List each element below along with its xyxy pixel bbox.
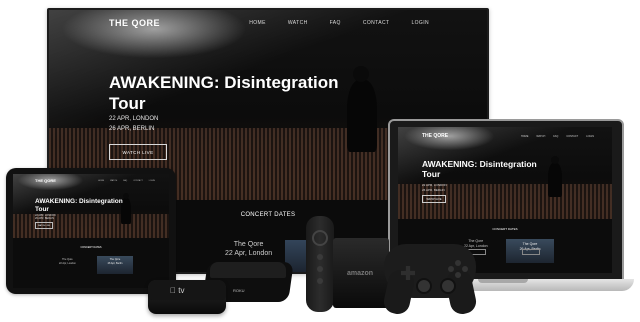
laptop-notch <box>478 279 528 283</box>
site-navbar: THE QORE HOME WATCH FAQ CONTACT LOGIN <box>49 10 487 38</box>
tour-date-berlin: 26 APR, BERLIN <box>35 217 54 220</box>
nav-contact[interactable]: CONTACT <box>566 135 578 138</box>
remote-button <box>317 254 323 260</box>
tablet: THE QORE HOME WATCH FAQ CONTACT LOGIN AW… <box>6 168 176 294</box>
nav-contact[interactable]: CONTACT <box>363 20 390 26</box>
performer-silhouette <box>347 80 377 152</box>
tour-date-london: 22 APR, LONDON <box>422 183 447 187</box>
remote-button <box>317 266 323 272</box>
nav-watch[interactable]: WATCH <box>110 180 117 182</box>
apple-tv-top <box>148 280 226 300</box>
performer-silhouette <box>548 163 562 197</box>
hero-title: AWAKENING: Disintegration Tour <box>109 73 339 113</box>
nav-watch[interactable]: WATCH <box>288 20 308 26</box>
nav-login[interactable]: LOGIN <box>149 180 155 182</box>
concert-card-text[interactable]: The Qore 22 Apr, London <box>59 258 76 265</box>
performer-head <box>551 156 559 164</box>
nav-faq[interactable]: FAQ <box>123 180 127 182</box>
left-thumbstick <box>416 278 432 294</box>
right-thumbstick <box>440 278 456 294</box>
watch-live-button[interactable]: WATCH LIVE <box>109 144 167 160</box>
nav-watch[interactable]: WATCH <box>536 135 545 138</box>
section-title: CONCERT DATES <box>80 246 102 249</box>
apple-tv-logo:  tv <box>170 286 184 295</box>
face-button <box>455 272 461 278</box>
nav-links: HOME WATCH FAQ CONTACT LOGIN <box>98 180 155 182</box>
remote-dpad-ring <box>312 230 328 246</box>
roku-top <box>210 262 286 278</box>
nav-faq[interactable]: FAQ <box>330 20 341 26</box>
remote-button <box>317 278 323 284</box>
face-button <box>455 260 461 266</box>
face-button <box>448 266 454 272</box>
concert-card-text[interactable]: The Qore 22 Apr, London <box>225 240 272 258</box>
card-date: 22 Apr, London <box>225 250 273 257</box>
tour-date-london: 22 APR, LONDON <box>109 116 159 122</box>
nav-contact[interactable]: CONTACT <box>133 180 143 182</box>
watch-live-button[interactable]: WATCH LIVE <box>422 195 446 203</box>
tour-date-berlin: 26 APR, BERLIN <box>109 126 155 132</box>
card-date: 22 Apr, London <box>464 243 488 248</box>
watch-live-button[interactable]: WATCH LIVE <box>35 222 53 229</box>
tablet-screen: THE QORE HOME WATCH FAQ CONTACT LOGIN AW… <box>13 174 169 288</box>
hero-title: AWAKENING: Disintegration Tour <box>422 159 537 179</box>
nav-home[interactable]: HOME <box>521 135 529 138</box>
hero-title: AWAKENING: Disintegration Tour <box>35 198 123 213</box>
nav-login[interactable]: LOGIN <box>586 135 594 138</box>
concert-card-image[interactable]: The Qore 26 Apr, Berlin <box>97 256 133 274</box>
card-date: 22 Apr, London <box>59 261 76 265</box>
nav-links: HOME WATCH FAQ CONTACT LOGIN <box>521 135 594 138</box>
site-logo[interactable]: THE QORE <box>35 178 56 183</box>
nav-login[interactable]: LOGIN <box>411 20 429 26</box>
roku-logo: ROKU <box>233 288 245 293</box>
performer-head <box>353 66 369 82</box>
nav-faq[interactable]: FAQ <box>553 135 558 138</box>
card-artist: The Qore <box>233 241 264 248</box>
concert-card-text[interactable]: The Qore 22 Apr, London <box>464 239 488 248</box>
nav-home[interactable]: HOME <box>98 180 104 182</box>
nav-home[interactable]: HOME <box>249 20 266 26</box>
face-button <box>462 266 468 272</box>
amazon-logo: amazon <box>347 270 374 277</box>
site-logo[interactable]: THE QORE <box>422 133 448 139</box>
section-title: CONCERT DATES <box>492 227 518 231</box>
card-date: 26 Apr, Berlin <box>107 261 123 265</box>
ticket-button[interactable] <box>522 249 540 255</box>
apple-tv-label: tv <box>178 286 184 295</box>
tour-date-berlin: 26 APR, BERLIN <box>422 188 445 192</box>
multi-device-showcase: THE QORE HOME WATCH FAQ CONTACT LOGIN AW… <box>0 0 640 322</box>
nav-links: HOME WATCH FAQ CONTACT LOGIN <box>249 20 429 26</box>
site-logo[interactable]: THE QORE <box>109 18 160 28</box>
